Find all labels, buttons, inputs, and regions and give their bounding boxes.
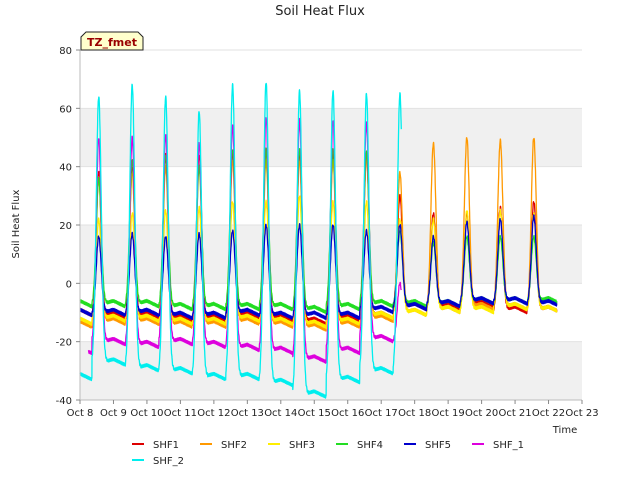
y-axis-title: Soil Heat Flux [11,189,22,258]
x-tick-label: Oct 13 [231,408,264,419]
x-tick-label: Oct 8 [67,408,94,419]
legend-label: SHF_1 [493,440,524,451]
x-axis-title: Time [552,425,577,436]
x-tick-label: Oct 20 [465,408,498,419]
x-tick-label: Oct 15 [298,408,331,419]
legend-label: SHF2 [221,440,247,451]
site-label-text: TZ_fmet [87,36,137,49]
y-tick-label: 60 [59,104,72,115]
y-tick-label: 20 [59,221,72,232]
y-tick-label: -20 [56,338,72,349]
chart-title: Soil Heat Flux [275,4,365,19]
y-tick-label: 40 [59,163,72,174]
legend-label: SHF4 [357,440,383,451]
x-tick-label: Oct 12 [197,408,230,419]
x-tick-label: Oct 21 [498,408,531,419]
x-tick-label: Oct 18 [398,408,431,419]
x-tick-label: Oct 23 [565,408,598,419]
x-tick-label: Oct 16 [331,408,364,419]
x-tick-label: Oct 11 [164,408,197,419]
x-tick-label: Oct 14 [264,408,297,419]
y-tick-label: 80 [59,46,72,57]
y-tick-label: -40 [56,396,72,407]
legend-label: SHF1 [153,440,179,451]
y-tick-label: 0 [66,279,72,290]
x-tick-label: Oct 19 [432,408,465,419]
x-tick-label: Oct 9 [100,408,127,419]
legend-label: SHF5 [425,440,451,451]
grid-band [80,50,582,109]
site-label-badge: TZ_fmet [80,31,144,51]
x-tick-label: Oct 10 [130,408,163,419]
soil-heat-flux-chart: -40-20020406080Oct 8 Oct 9 Oct 10 Oct 11 Oct… [0,0,640,480]
x-tick-label: Oct 22 [532,408,565,419]
legend-label: SHF_2 [153,456,184,467]
legend-label: SHF3 [289,440,315,451]
x-tick-label: Oct 17 [365,408,398,419]
